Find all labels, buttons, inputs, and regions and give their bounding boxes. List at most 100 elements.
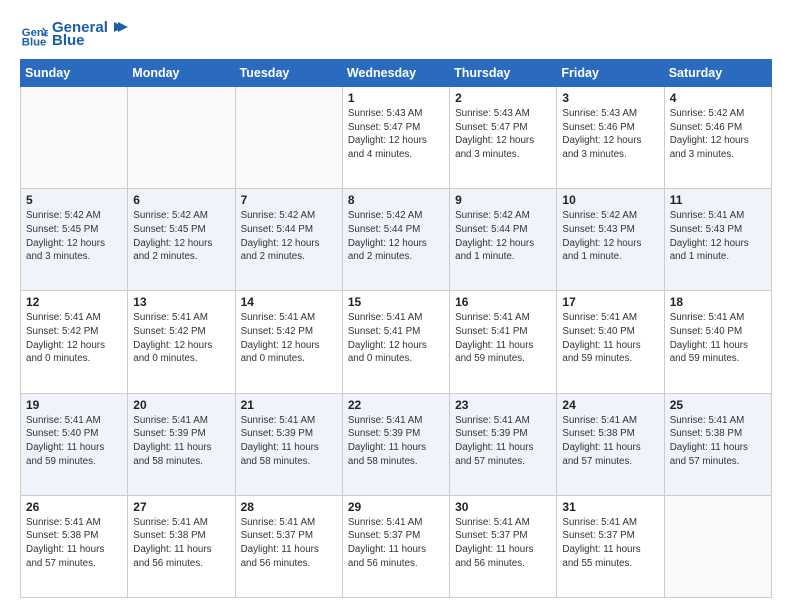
calendar-cell: 3 Sunrise: 5:43 AM Sunset: 5:46 PM Daylig… <box>557 87 664 189</box>
calendar-cell: 22Sunrise: 5:41 AM Sunset: 5:39 PM Dayli… <box>342 393 449 495</box>
day-number: 19 <box>26 398 122 412</box>
calendar-cell <box>21 87 128 189</box>
calendar-cell: 11 Sunrise: 5:41 AM Sunset: 5:43 PM Dayli… <box>664 189 771 291</box>
header: General Blue General Blue <box>20 18 772 49</box>
cell-content: Sunrise: 5:43 AM Sunset: 5:46 PM Dayligh… <box>562 107 658 162</box>
cell-content: Sunrise: 5:41 AM Sunset: 5:37 PM Dayligh… <box>562 516 658 571</box>
calendar-cell: 17 Sunrise: 5:41 AM Sunset: 5:40 PM Dayli… <box>557 291 664 393</box>
day-number: 17 <box>562 295 658 309</box>
calendar-cell: 25 Sunrise: 5:41 AM Sunset: 5:38 PM Dayli… <box>664 393 771 495</box>
weekday-header-monday: Monday <box>128 60 235 87</box>
day-number: 5 <box>26 193 122 207</box>
cell-content: Sunrise: 5:42 AM Sunset: 5:45 PM Dayligh… <box>26 209 122 264</box>
calendar-cell: 29Sunrise: 5:41 AM Sunset: 5:37 PM Dayli… <box>342 495 449 597</box>
calendar-cell: 15 Sunrise: 5:41 AM Sunset: 5:41 PM Dayli… <box>342 291 449 393</box>
calendar-cell: 27 Sunrise: 5:41 AM Sunset: 5:38 PM Dayli… <box>128 495 235 597</box>
day-number: 26 <box>26 500 122 514</box>
day-number: 13 <box>133 295 229 309</box>
day-number: 31 <box>562 500 658 514</box>
logo-arrow <box>110 18 128 36</box>
day-number: 24 <box>562 398 658 412</box>
day-number: 16 <box>455 295 551 309</box>
cell-content: Sunrise: 5:41 AM Sunset: 5:41 PM Dayligh… <box>455 311 551 366</box>
calendar-cell: 14Sunrise: 5:41 AM Sunset: 5:42 PM Dayli… <box>235 291 342 393</box>
day-number: 6 <box>133 193 229 207</box>
day-number: 27 <box>133 500 229 514</box>
cell-content: Sunrise: 5:41 AM Sunset: 5:43 PM Dayligh… <box>670 209 766 264</box>
cell-content: Sunrise: 5:41 AM Sunset: 5:42 PM Dayligh… <box>133 311 229 366</box>
cell-content: Sunrise: 5:42 AM Sunset: 5:45 PM Dayligh… <box>133 209 229 264</box>
cell-content: Sunrise: 5:41 AM Sunset: 5:39 PM Dayligh… <box>455 414 551 469</box>
calendar-cell: 23 Sunrise: 5:41 AM Sunset: 5:39 PM Dayli… <box>450 393 557 495</box>
calendar-cell: 18Sunrise: 5:41 AM Sunset: 5:40 PM Dayli… <box>664 291 771 393</box>
calendar-cell: 8Sunrise: 5:42 AM Sunset: 5:44 PM Daylig… <box>342 189 449 291</box>
week-row-1: 1 Sunrise: 5:43 AM Sunset: 5:47 PM Daylig… <box>21 87 772 189</box>
logo-icon: General Blue <box>20 20 48 48</box>
cell-content: Sunrise: 5:43 AM Sunset: 5:47 PM Dayligh… <box>455 107 551 162</box>
calendar-cell <box>128 87 235 189</box>
weekday-header-friday: Friday <box>557 60 664 87</box>
calendar-cell: 7 Sunrise: 5:42 AM Sunset: 5:44 PM Daylig… <box>235 189 342 291</box>
svg-text:Blue: Blue <box>22 36 47 48</box>
week-row-5: 26 Sunrise: 5:41 AM Sunset: 5:38 PM Dayli… <box>21 495 772 597</box>
day-number: 23 <box>455 398 551 412</box>
day-number: 8 <box>348 193 444 207</box>
day-number: 29 <box>348 500 444 514</box>
calendar-cell: 2 Sunrise: 5:43 AM Sunset: 5:47 PM Daylig… <box>450 87 557 189</box>
cell-content: Sunrise: 5:41 AM Sunset: 5:41 PM Dayligh… <box>348 311 444 366</box>
day-number: 15 <box>348 295 444 309</box>
calendar-cell: 28Sunrise: 5:41 AM Sunset: 5:37 PM Dayli… <box>235 495 342 597</box>
day-number: 7 <box>241 193 337 207</box>
day-number: 21 <box>241 398 337 412</box>
cell-content: Sunrise: 5:41 AM Sunset: 5:42 PM Dayligh… <box>26 311 122 366</box>
weekday-header-wednesday: Wednesday <box>342 60 449 87</box>
weekday-header-saturday: Saturday <box>664 60 771 87</box>
day-number: 3 <box>562 91 658 105</box>
calendar-cell: 21Sunrise: 5:41 AM Sunset: 5:39 PM Dayli… <box>235 393 342 495</box>
cell-content: Sunrise: 5:41 AM Sunset: 5:38 PM Dayligh… <box>670 414 766 469</box>
day-number: 22 <box>348 398 444 412</box>
calendar-cell: 20Sunrise: 5:41 AM Sunset: 5:39 PM Dayli… <box>128 393 235 495</box>
calendar-cell <box>664 495 771 597</box>
weekday-header-row: SundayMondayTuesdayWednesdayThursdayFrid… <box>21 60 772 87</box>
cell-content: Sunrise: 5:42 AM Sunset: 5:43 PM Dayligh… <box>562 209 658 264</box>
day-number: 12 <box>26 295 122 309</box>
day-number: 20 <box>133 398 229 412</box>
cell-content: Sunrise: 5:43 AM Sunset: 5:47 PM Dayligh… <box>348 107 444 162</box>
cell-content: Sunrise: 5:41 AM Sunset: 5:40 PM Dayligh… <box>562 311 658 366</box>
calendar-cell: 13 Sunrise: 5:41 AM Sunset: 5:42 PM Dayli… <box>128 291 235 393</box>
calendar-cell: 10Sunrise: 5:42 AM Sunset: 5:43 PM Dayli… <box>557 189 664 291</box>
calendar-cell: 31 Sunrise: 5:41 AM Sunset: 5:37 PM Dayli… <box>557 495 664 597</box>
weekday-header-tuesday: Tuesday <box>235 60 342 87</box>
day-number: 9 <box>455 193 551 207</box>
week-row-3: 12 Sunrise: 5:41 AM Sunset: 5:42 PM Dayli… <box>21 291 772 393</box>
calendar-cell: 12 Sunrise: 5:41 AM Sunset: 5:42 PM Dayli… <box>21 291 128 393</box>
day-number: 1 <box>348 91 444 105</box>
day-number: 28 <box>241 500 337 514</box>
week-row-4: 19 Sunrise: 5:41 AM Sunset: 5:40 PM Dayli… <box>21 393 772 495</box>
cell-content: Sunrise: 5:41 AM Sunset: 5:38 PM Dayligh… <box>562 414 658 469</box>
cell-content: Sunrise: 5:41 AM Sunset: 5:42 PM Dayligh… <box>241 311 337 366</box>
calendar-cell <box>235 87 342 189</box>
calendar-cell: 16 Sunrise: 5:41 AM Sunset: 5:41 PM Dayli… <box>450 291 557 393</box>
calendar-cell: 6 Sunrise: 5:42 AM Sunset: 5:45 PM Daylig… <box>128 189 235 291</box>
calendar-cell: 26Sunrise: 5:41 AM Sunset: 5:38 PM Dayli… <box>21 495 128 597</box>
logo: General Blue General Blue <box>20 18 128 49</box>
day-number: 11 <box>670 193 766 207</box>
calendar-cell: 24 Sunrise: 5:41 AM Sunset: 5:38 PM Dayli… <box>557 393 664 495</box>
day-number: 4 <box>670 91 766 105</box>
cell-content: Sunrise: 5:41 AM Sunset: 5:38 PM Dayligh… <box>133 516 229 571</box>
calendar-table: SundayMondayTuesdayWednesdayThursdayFrid… <box>20 59 772 598</box>
weekday-header-sunday: Sunday <box>21 60 128 87</box>
cell-content: Sunrise: 5:41 AM Sunset: 5:40 PM Dayligh… <box>26 414 122 469</box>
day-number: 25 <box>670 398 766 412</box>
day-number: 18 <box>670 295 766 309</box>
day-number: 2 <box>455 91 551 105</box>
weekday-header-thursday: Thursday <box>450 60 557 87</box>
cell-content: Sunrise: 5:42 AM Sunset: 5:44 PM Dayligh… <box>455 209 551 264</box>
calendar-cell: 19 Sunrise: 5:41 AM Sunset: 5:40 PM Dayli… <box>21 393 128 495</box>
calendar-cell: 9 Sunrise: 5:42 AM Sunset: 5:44 PM Daylig… <box>450 189 557 291</box>
cell-content: Sunrise: 5:42 AM Sunset: 5:44 PM Dayligh… <box>241 209 337 264</box>
calendar-cell: 30Sunrise: 5:41 AM Sunset: 5:37 PM Dayli… <box>450 495 557 597</box>
week-row-2: 5 Sunrise: 5:42 AM Sunset: 5:45 PM Daylig… <box>21 189 772 291</box>
